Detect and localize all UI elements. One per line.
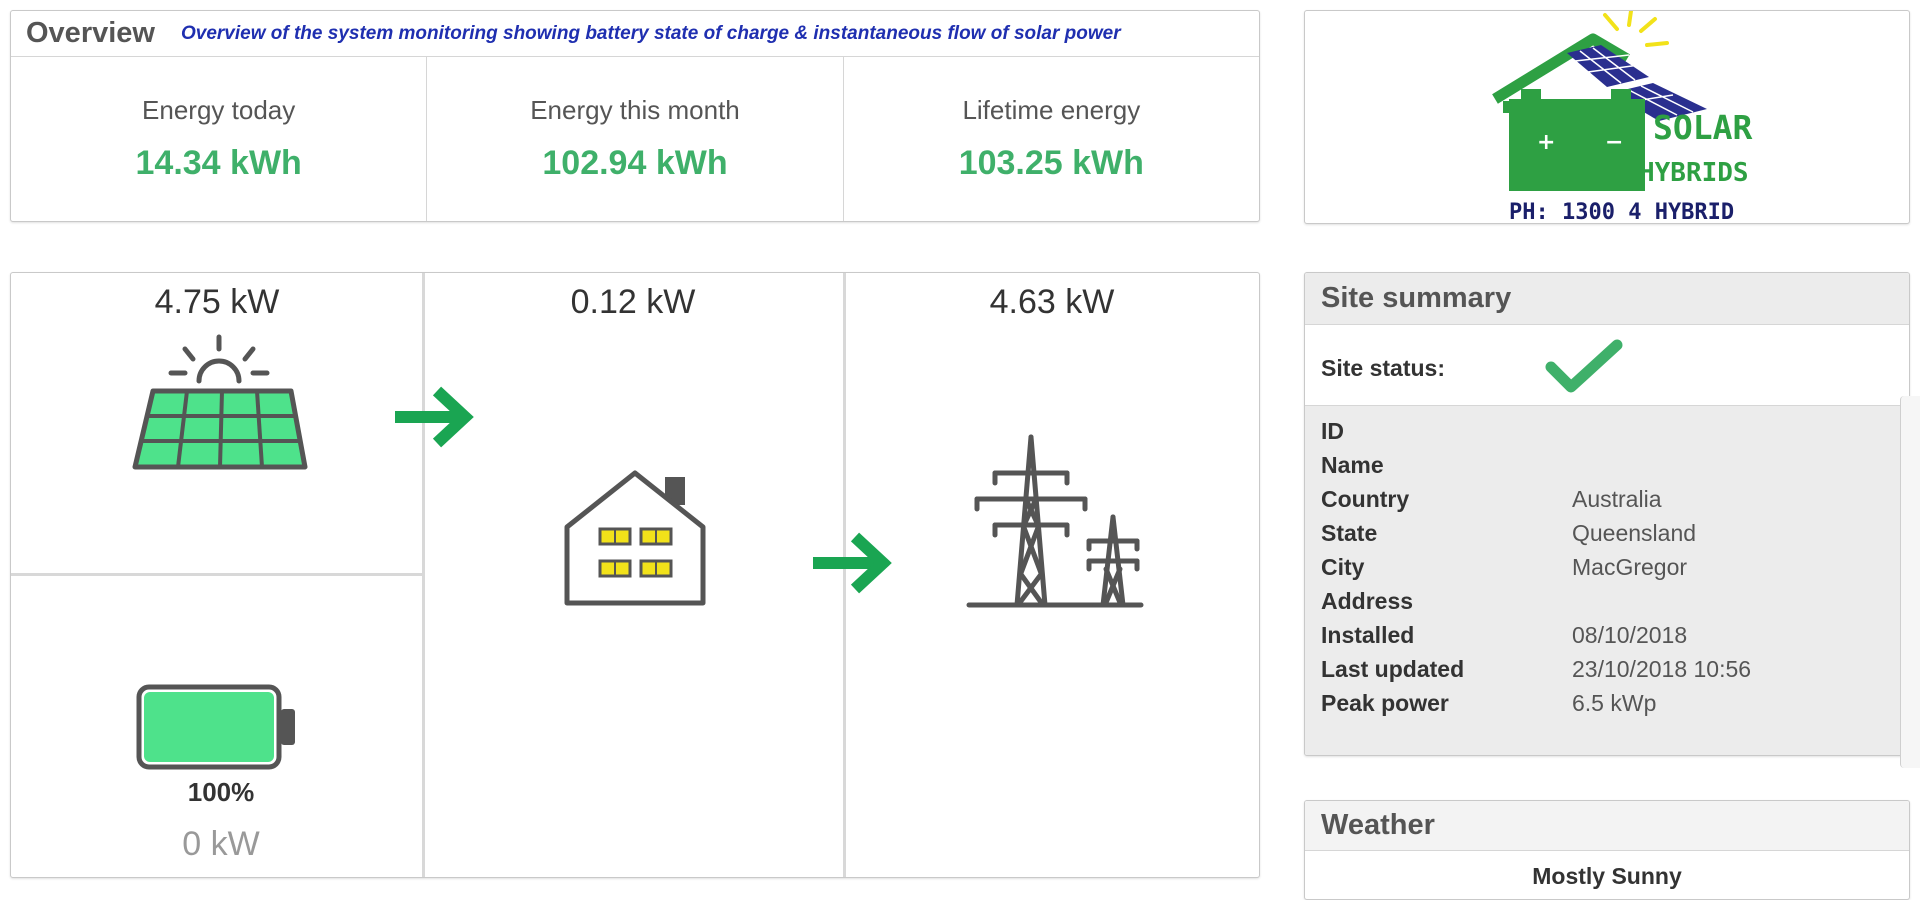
grid-kw: 4.63 kW	[989, 283, 1115, 321]
detail-value: 6.5 kWp	[1572, 689, 1657, 716]
stat-value: 102.94 kWh	[542, 144, 728, 182]
arrow-right-icon	[395, 386, 474, 448]
detail-key: ID	[1321, 417, 1344, 444]
stat-value: 103.25 kWh	[958, 144, 1144, 182]
battery-plus: +	[1537, 130, 1555, 155]
stat-label: Lifetime energy	[962, 95, 1141, 125]
site-status-label: Site status:	[1321, 355, 1445, 381]
divider	[422, 273, 425, 877]
stat-energy-today: Energy today 14.34 kWh	[11, 57, 428, 221]
overview-title: Overview	[26, 17, 155, 49]
detail-value: 08/10/2018	[1572, 621, 1688, 648]
checkmark-icon	[1545, 339, 1623, 393]
stat-energy-month: Energy this month 102.94 kWh	[427, 57, 844, 221]
detail-key: Country	[1321, 485, 1410, 512]
logo-text-hybrids: HYBRIDS	[1639, 158, 1749, 188]
detail-key: Installed	[1321, 621, 1415, 648]
detail-row-installed: Installed 08/10/2018	[1305, 618, 1909, 652]
stat-lifetime-energy: Lifetime energy 103.25 kWh	[844, 57, 1259, 221]
scrollbar[interactable]	[1900, 396, 1920, 768]
divider	[11, 573, 422, 576]
detail-row-state: State Queensland	[1305, 516, 1909, 550]
site-details: ID Name Country Australia State Queensland…	[1305, 406, 1909, 755]
stat-value: 14.34 kWh	[135, 144, 302, 182]
weather-panel: Weather Mostly Sunny	[1304, 800, 1910, 900]
battery-kw: 0 kW	[182, 825, 260, 863]
battery-minus: −	[1605, 130, 1623, 155]
site-summary-panel: Site summary Site status: ID Name Countr…	[1304, 272, 1910, 756]
battery-percent: 100%	[187, 777, 255, 807]
overview-panel: Overview Overview of the system monitori…	[10, 10, 1260, 222]
detail-value: Australia	[1572, 485, 1662, 512]
battery-level-fill	[144, 692, 274, 762]
overview-description: Overview of the system monitoring showin…	[180, 22, 1121, 44]
detail-row-last-updated: Last updated 23/10/2018 10:56	[1305, 652, 1909, 686]
detail-value: MacGregor	[1572, 553, 1688, 580]
detail-key: State	[1321, 519, 1378, 546]
site-status-row: Site status:	[1305, 325, 1909, 406]
overview-header: Overview Overview of the system monitori…	[11, 11, 1259, 57]
detail-row-peak-power: Peak power 6.5 kWp	[1305, 686, 1909, 720]
power-tower-icon	[966, 434, 1144, 608]
logo-phone: PH: 1300 4 HYBRID	[1509, 200, 1734, 224]
stat-label: Energy this month	[530, 95, 740, 125]
detail-key: City	[1321, 553, 1365, 580]
battery-icon	[136, 684, 295, 770]
detail-key: Last updated	[1321, 655, 1465, 682]
detail-row-country: Country Australia	[1305, 482, 1909, 516]
solar-hybrids-logo: + − SOLAR HYBRIDS PH: 1300 4 HYBRID	[1492, 11, 1752, 224]
stat-label: Energy today	[142, 95, 296, 125]
detail-key: Name	[1321, 451, 1384, 478]
sun-icon	[168, 334, 270, 384]
home-kw: 0.12 kW	[570, 283, 696, 321]
solar-panel-icon	[132, 334, 308, 470]
detail-value: 23/10/2018 10:56	[1572, 655, 1752, 682]
house-icon	[564, 470, 706, 606]
weather-condition: Mostly Sunny	[1532, 863, 1682, 889]
detail-row-id: ID	[1305, 414, 1909, 448]
power-flow-panel: 4.75 kW 0.12 kW 4.63 kW 100% 0 kW	[10, 272, 1260, 878]
logo-panel: + − SOLAR HYBRIDS PH: 1300 4 HYBRID	[1304, 10, 1910, 224]
site-summary-title: Site summary	[1305, 273, 1909, 325]
detail-row-name: Name	[1305, 448, 1909, 482]
detail-value: Queensland	[1572, 519, 1697, 546]
detail-row-city: City MacGregor	[1305, 550, 1909, 584]
arrow-right-icon	[813, 532, 892, 594]
detail-row-address: Address	[1305, 584, 1909, 618]
detail-key: Peak power	[1321, 689, 1449, 716]
weather-title: Weather	[1305, 801, 1909, 851]
detail-key: Address	[1321, 587, 1414, 614]
logo-text-solar: SOLAR	[1653, 108, 1752, 147]
solar-kw: 4.75 kW	[154, 283, 280, 321]
